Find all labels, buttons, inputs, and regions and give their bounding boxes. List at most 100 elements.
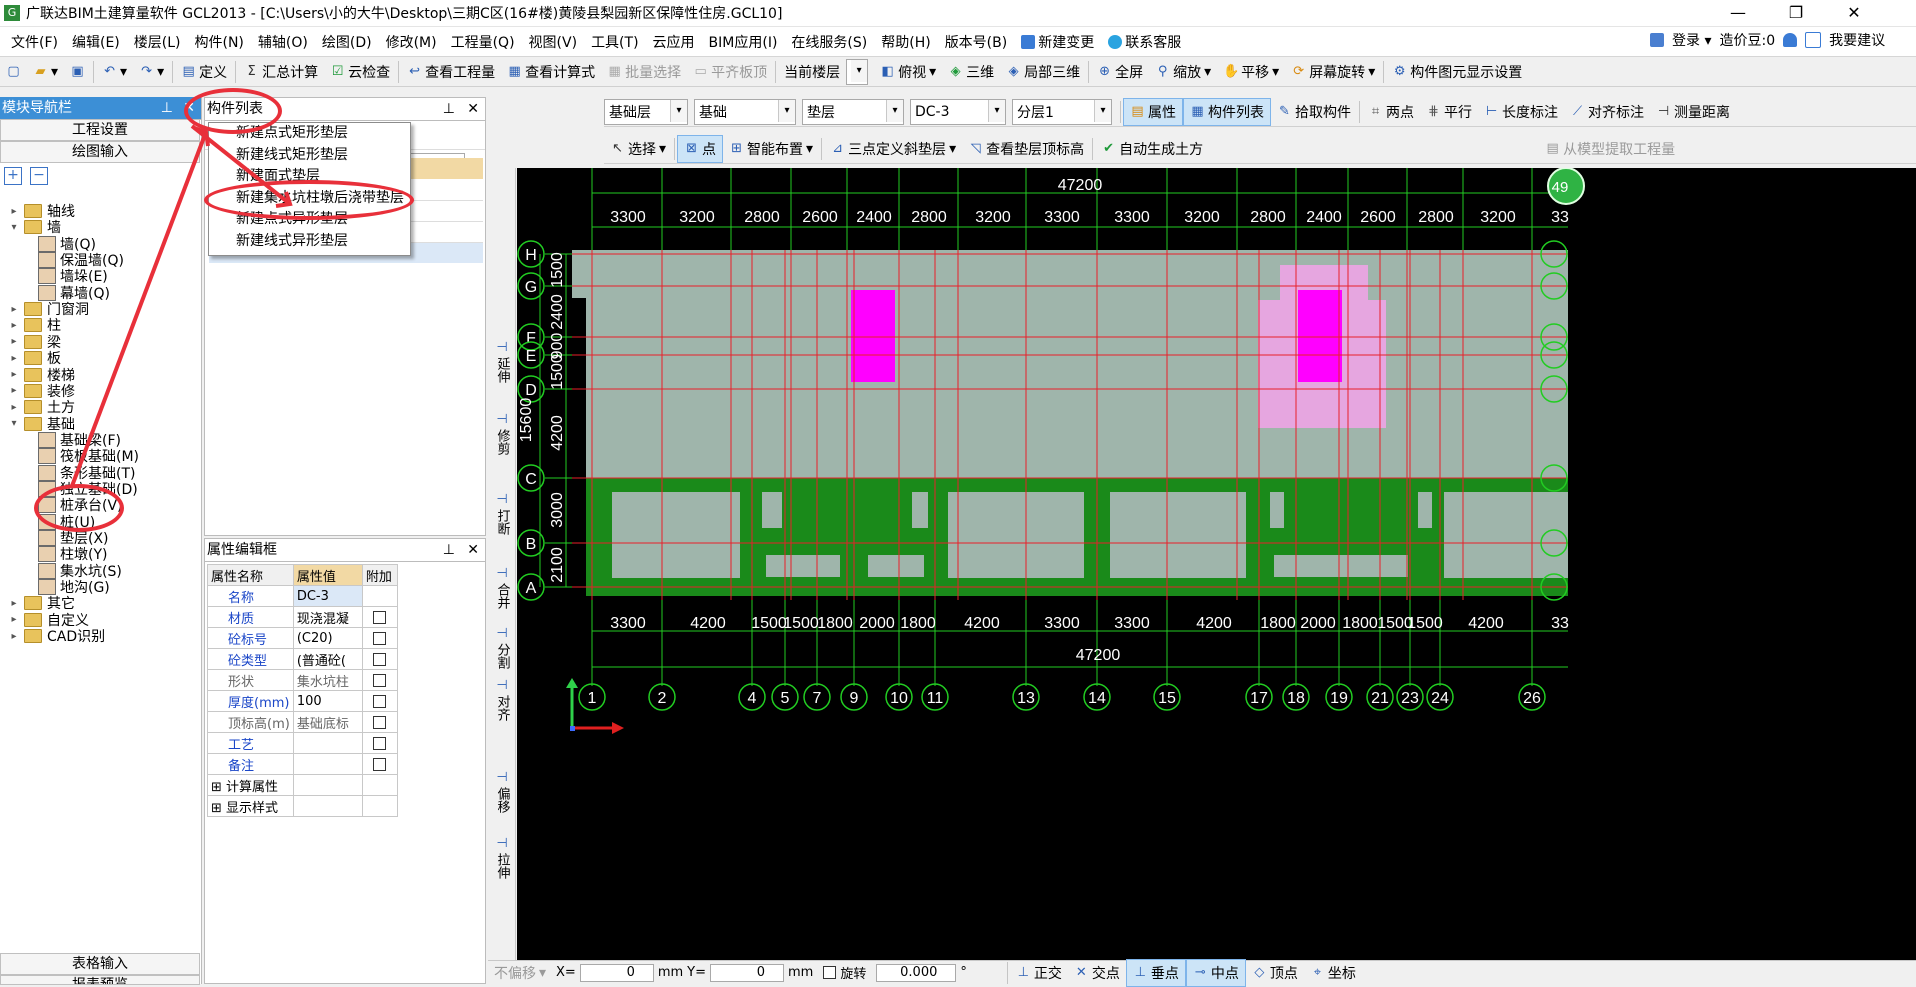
property-row[interactable]: 厚度(mm) 100 [207,690,398,712]
expand-icon[interactable]: ▸ [8,206,20,217]
modify-tool-button[interactable]: ⊣ 偏移 [490,770,514,817]
cloud-check-button[interactable]: ☑ 云检查 [324,59,396,85]
angle-input[interactable]: 0.000 [876,963,957,982]
expand-icon[interactable]: ▸ [8,304,20,315]
save-button[interactable]: ▣ [64,59,91,85]
coordinate-toggle[interactable]: ⌖ 坐标 [1304,960,1362,986]
expand-icon[interactable]: ⊞ [211,801,226,816]
close-icon[interactable]: ✕ [467,98,479,120]
property-checkbox[interactable] [373,673,387,687]
open-file-button[interactable]: ▰ ▾ [27,59,64,85]
component-list-button[interactable]: ▦ 构件列表 [1183,97,1271,126]
point-button[interactable]: ⊠ 点 [677,134,724,163]
menu-item[interactable]: 版本号(B) [938,32,1015,52]
property-value[interactable]: 集水坑柱 [292,669,363,691]
name-select[interactable]: DC-3 ▾ [910,98,1006,125]
full-screen-button[interactable]: ⊕ 全屏 [1091,59,1149,85]
contact-button[interactable]: 联系客服 [1101,32,1188,52]
menu-item[interactable]: 在线服务(S) [784,32,874,52]
menu-item[interactable]: 楼层(L) [127,32,188,52]
expand-icon[interactable]: ▸ [8,336,20,347]
expand-icon[interactable]: ▸ [8,614,20,625]
component-select[interactable]: 垫层 ▾ [802,98,904,125]
menu-item[interactable]: 编辑(E) [65,32,127,52]
view-3d-button[interactable]: ◈ 三维 [942,59,1000,85]
property-value[interactable]: 100 [292,690,363,712]
bell-icon[interactable] [1783,33,1798,47]
new-menu-item[interactable]: 新建线式矩形垫层 [209,145,410,167]
close-icon[interactable]: ✕ [467,539,479,561]
modify-tool-button[interactable]: ⊣ 拉伸 [490,836,514,883]
collapse-icon[interactable]: ▾ [8,222,20,233]
property-row[interactable]: 砼类型 (普通砼( [207,648,398,670]
property-value[interactable]: 基础底标 [292,711,363,733]
property-checkbox[interactable] [373,715,387,729]
expand-icon[interactable]: ▸ [8,631,20,642]
batch-select-button[interactable]: ▦ 批量选择 [601,59,687,85]
minimize-icon[interactable]: — [1709,0,1767,27]
view-top-elev-button[interactable]: ◹ 查看垫层顶标高 [962,136,1090,162]
midpoint-toggle[interactable]: ⊸ 中点 [1185,958,1246,987]
three-point-slope-button[interactable]: ⊿ 三点定义斜垫层 ▾ [824,136,962,162]
extract-model-button[interactable]: ▤ 从模型提取工程量 [1539,136,1681,162]
tree-item[interactable]: ▸ CAD识别 [8,626,105,646]
pin-icon[interactable]: ⊥ [443,98,455,120]
redo-button[interactable]: ↷ ▾ [133,59,170,85]
menu-item[interactable]: 文件(F) [4,32,65,52]
expand-icon[interactable]: ▸ [8,320,20,331]
expand-icon[interactable]: ▸ [8,385,20,396]
floor-combo[interactable]: ▾ [846,58,869,85]
new-menu-item[interactable]: 新建点式异形垫层 [209,209,410,231]
auto-earthwork-button[interactable]: ✔ 自动生成土方 [1095,136,1209,162]
intersect-toggle[interactable]: ✕ 交点 [1068,960,1126,986]
align-dim-button[interactable]: ⟋ 对齐标注 [1564,99,1650,125]
new-file-button[interactable]: ▢ [0,59,27,85]
menu-item[interactable]: 视图(V) [522,32,585,52]
property-row[interactable]: 备注 [207,753,398,775]
property-row[interactable]: 名称 DC-3 [207,585,398,607]
menu-item[interactable]: 工程量(Q) [444,32,522,52]
menu-item[interactable]: 云应用 [646,32,702,52]
property-value[interactable]: 现浇混凝 [292,606,363,628]
two-points-button[interactable]: ⌗ 两点 [1362,99,1420,125]
view-quantity-button[interactable]: ↩ 查看工程量 [401,59,501,85]
define-button[interactable]: ▤ 定义 [175,59,233,85]
menu-item[interactable]: 修改(M) [379,32,444,52]
pin-icon[interactable]: ⊥ [161,97,173,119]
sum-calc-button[interactable]: Σ 汇总计算 [238,59,324,85]
floor-select[interactable]: 基础层 ▾ [604,98,688,125]
login-button[interactable]: 登录 ▾ [1672,30,1711,50]
modify-tool-button[interactable]: ⊣ 修剪 [490,412,514,459]
property-value[interactable] [292,732,363,754]
undo-button[interactable]: ↶ ▾ [96,59,133,85]
suggest-button[interactable]: 我要建议 [1829,30,1885,50]
expand-icon[interactable]: ▸ [8,369,20,380]
drawing-canvas[interactable]: 1236810121314151618202225261245791011131… [517,168,1916,960]
parallel-button[interactable]: ⋕ 平行 [1420,99,1478,125]
y-input[interactable]: 0 [710,963,785,982]
close-icon[interactable]: ✕ [183,97,195,119]
expand-icon[interactable]: ▸ [8,598,20,609]
restore-icon[interactable]: ❐ [1767,0,1825,27]
select-button[interactable]: ↖ 选择 ▾ [604,136,672,162]
property-row[interactable]: 形状 集水坑柱 [207,669,398,691]
rotate-checkbox[interactable] [823,966,837,979]
menu-item[interactable]: BIM应用(I) [702,32,785,52]
layer-select[interactable]: 分层1 ▾ [1012,98,1112,125]
no-offset-select[interactable]: 不偏移 ▾ [488,960,552,986]
rotate-button[interactable]: ⟳ 屏幕旋转 ▾ [1285,59,1381,85]
expand-icon[interactable]: ▸ [8,402,20,413]
new-menu-item[interactable]: 新建线式异形垫层 [209,231,410,253]
pan-button[interactable]: ✋ 平移 ▾ [1217,59,1285,85]
display-settings-button[interactable]: ⚙ 构件图元显示设置 [1386,59,1528,85]
property-checkbox[interactable] [373,610,387,624]
measure-button[interactable]: ⊣ 测量距离 [1650,99,1736,125]
property-value[interactable]: (普通砼( [292,648,363,670]
pin-icon[interactable]: ⊥ [443,539,455,561]
property-checkbox[interactable] [373,652,387,666]
x-input[interactable]: 0 [579,963,654,982]
property-row[interactable]: 材质 现浇混凝 [207,606,398,628]
menu-item[interactable]: 辅轴(O) [251,32,315,52]
cad-drawing[interactable]: 1236810121314151618202225261245791011131… [517,168,1916,960]
new-menu-item[interactable]: 新建面式垫层 [209,166,410,188]
